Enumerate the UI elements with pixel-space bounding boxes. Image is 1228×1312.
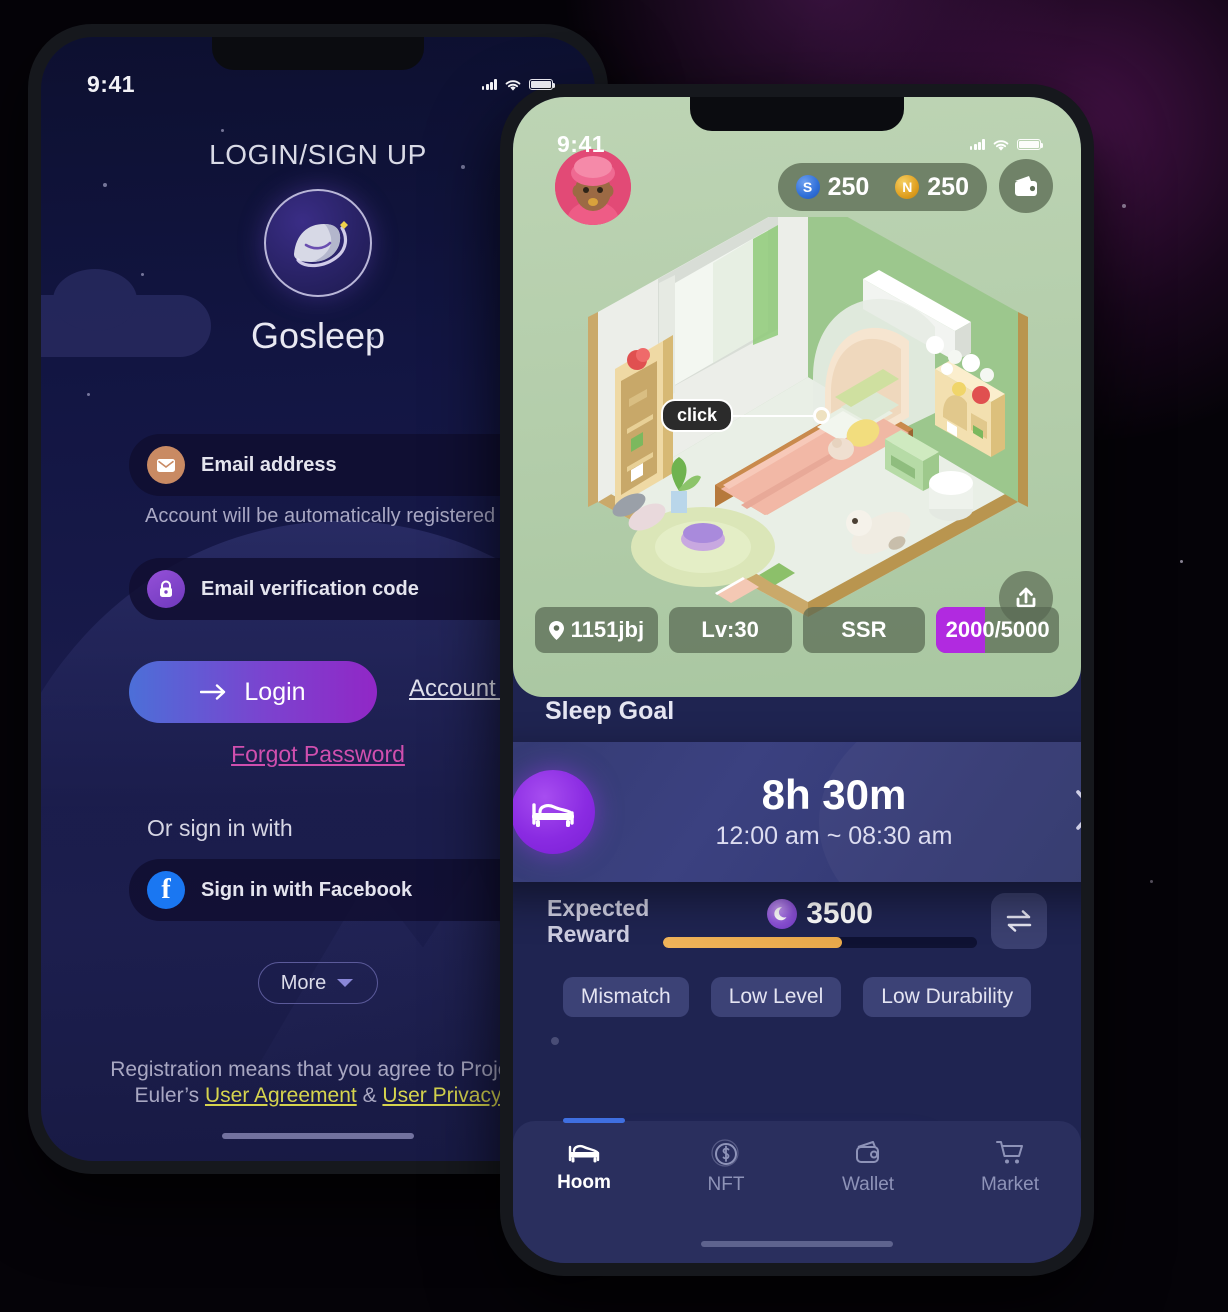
home-indicator: [222, 1133, 414, 1139]
sleep-goal-text: 8h 30m 12:00 am ~ 08:30 am: [595, 773, 1073, 850]
status-tags-row: Mismatch Low Level Low Durability: [513, 977, 1081, 1017]
stat-level-label: Lv:30: [701, 617, 759, 642]
nft-token-amount: 250: [927, 172, 969, 201]
status-time: 9:41: [87, 71, 136, 97]
login-button[interactable]: Login: [129, 661, 377, 723]
wifi-icon: [505, 79, 521, 91]
room-panel: click S 250 N 250 1151jbj Lv:30 SSR 2000…: [513, 97, 1081, 697]
email-field-placeholder: Email address: [201, 453, 337, 476]
tag-low-durability[interactable]: Low Durability: [863, 977, 1032, 1017]
click-tooltip[interactable]: click: [661, 399, 831, 432]
expected-reward-section: Expected Reward 3500 Mismatch Low Level …: [513, 893, 1081, 1017]
facebook-sign-in-button[interactable]: f Sign in with Facebook: [129, 859, 559, 921]
background-star: [1180, 560, 1183, 563]
more-providers-button[interactable]: More: [258, 962, 378, 1004]
envelope-icon: [147, 446, 185, 484]
wallet-icon: [1015, 176, 1037, 196]
sleep-goal-card[interactable]: 8h 30m 12:00 am ~ 08:30 am: [513, 742, 1081, 882]
stat-room-id[interactable]: 1151jbj: [535, 607, 658, 653]
tag-mismatch[interactable]: Mismatch: [562, 977, 689, 1017]
bed-nav-icon: [568, 1144, 600, 1163]
gosleep-pillow-logo: [264, 189, 372, 297]
tag-low-level[interactable]: Low Level: [710, 977, 842, 1017]
sleep-token-amount: 250: [827, 172, 870, 201]
sleep-goal-section-label: Sleep Goal: [545, 697, 675, 725]
sleep-token-coin: S: [795, 175, 820, 199]
email-field[interactable]: Email address: [129, 434, 559, 496]
tooltip-connector-line: [733, 414, 816, 417]
stat-rarity[interactable]: SSR: [802, 607, 926, 653]
expected-reward-label-line1: Expected: [547, 894, 650, 921]
home-screen: click S 250 N 250 1151jbj Lv:30 SSR 2000…: [513, 97, 1081, 1263]
nav-item-nft-label: NFT: [707, 1174, 745, 1195]
nav-item-hoom-label: Hoom: [557, 1172, 611, 1193]
expected-reward-progress-fill: [663, 936, 843, 948]
room-stats-row: 1151jbj Lv:30 SSR 2000/5000: [535, 607, 1059, 653]
stat-level[interactable]: Lv:30: [668, 607, 792, 653]
currency-nft-token: N 250: [895, 173, 969, 202]
wallet-button[interactable]: [999, 159, 1053, 213]
swap-button[interactable]: [991, 893, 1047, 949]
nav-item-wallet[interactable]: Wallet: [797, 1139, 939, 1196]
or-sign-in-label: Or sign in with: [147, 815, 293, 841]
nav-item-market-label: Market: [980, 1174, 1040, 1195]
background-star: [1150, 880, 1153, 883]
legal-text: Registration means that you agree to Pro…: [101, 1057, 535, 1109]
coin-nav-icon: [711, 1139, 739, 1167]
nft-token-coin: N: [895, 175, 920, 199]
chevron-down-icon: [337, 979, 354, 987]
more-button-label: More: [280, 971, 327, 994]
expected-reward-row: Expected Reward 3500: [513, 893, 1081, 949]
login-button-label: Login: [244, 677, 306, 706]
auto-register-note: Account will be automatically registered: [145, 505, 496, 527]
wallet-nav-icon: [856, 1141, 879, 1163]
stat-room-id-label: 1151jbj: [570, 617, 645, 642]
sleep-goal-range: 12:00 am ~ 08:30 am: [715, 821, 953, 850]
moon-token-icon: [767, 898, 798, 929]
expected-reward-progress-bar: [663, 936, 977, 948]
expected-reward-meter: 3500: [663, 895, 977, 948]
tooltip-target-dot[interactable]: [813, 407, 831, 424]
cellular-signal-icon: [481, 79, 497, 90]
expected-reward-amount-row: 3500: [663, 897, 977, 931]
currency-balance-pill[interactable]: S 250 N 250: [777, 163, 987, 211]
arrow-right-icon: [200, 684, 226, 700]
swap-arrows-icon: [1006, 910, 1032, 932]
nav-item-market[interactable]: Market: [939, 1139, 1081, 1196]
chevron-right-icon[interactable]: [1073, 788, 1081, 837]
stat-durability[interactable]: 2000/5000: [936, 607, 1059, 653]
user-agreement-link[interactable]: User Agreement: [205, 1084, 357, 1107]
verification-code-placeholder: Email verification code: [201, 577, 419, 600]
legal-separator: &: [356, 1084, 383, 1108]
location-pin-icon: [548, 620, 564, 640]
cart-nav-icon: [996, 1141, 1023, 1164]
nav-item-hoom[interactable]: Hoom: [513, 1139, 655, 1194]
bed-icon: [513, 770, 595, 854]
decorative-dot: [551, 1037, 559, 1045]
click-tooltip-label: click: [661, 399, 734, 432]
home-indicator: [701, 1241, 893, 1247]
background-star: [1122, 204, 1126, 208]
expected-reward-amount: 3500: [806, 896, 873, 930]
stat-durability-label: 2000/5000: [945, 617, 1050, 642]
sleep-goal-duration: 8h 30m: [761, 771, 907, 819]
avatar[interactable]: [555, 149, 631, 225]
stat-rarity-label: SSR: [841, 617, 887, 642]
expected-reward-label-line2: Reward: [547, 921, 631, 947]
facebook-button-label: Sign in with Facebook: [201, 878, 413, 901]
lock-icon: [147, 570, 185, 608]
facebook-icon: f: [147, 871, 185, 909]
verification-code-field[interactable]: Email verification code Send code: [129, 558, 595, 620]
device-notch: [690, 97, 904, 131]
nav-item-nft[interactable]: NFT: [655, 1139, 797, 1196]
nav-item-wallet-label: Wallet: [841, 1174, 895, 1195]
device-notch: [212, 37, 424, 70]
user-privacy-link[interactable]: User Privacy: [382, 1084, 501, 1107]
currency-sleep-token: S 250: [795, 172, 870, 202]
home-phone-device: click S 250 N 250 1151jbj Lv:30 SSR 2000…: [500, 84, 1094, 1276]
expected-reward-label: Expected Reward: [547, 895, 649, 948]
